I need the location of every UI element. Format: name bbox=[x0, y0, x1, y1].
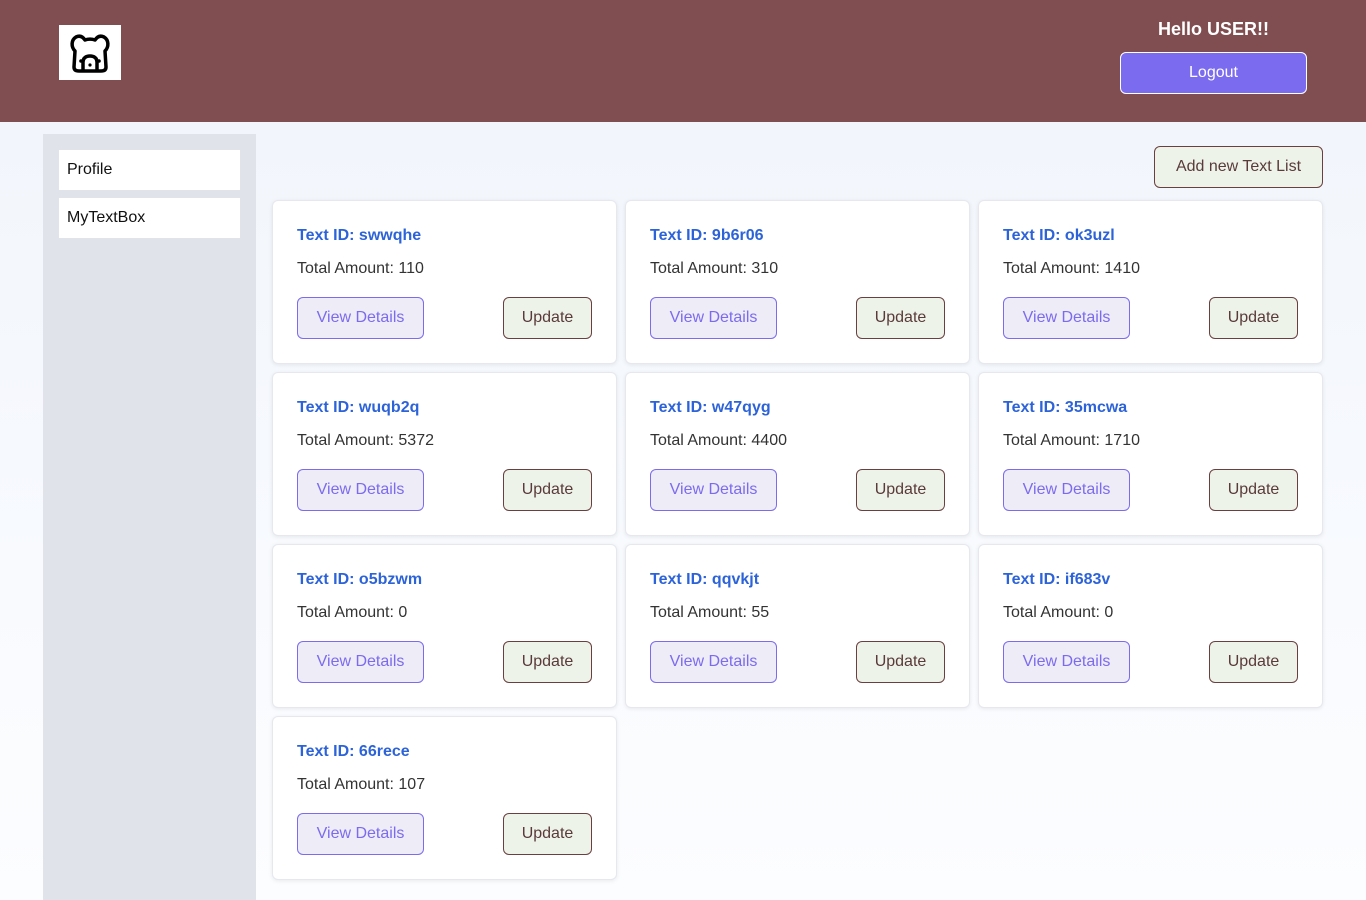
card-amount: Total Amount: 107 bbox=[297, 776, 426, 793]
view-details-button[interactable]: View Details bbox=[1003, 641, 1130, 683]
text-card: Text ID: wuqb2q Total Amount: 5372 View … bbox=[272, 372, 617, 536]
card-amount: Total Amount: 55 bbox=[650, 604, 770, 621]
update-button[interactable]: Update bbox=[503, 469, 592, 511]
sidebar-item-profile[interactable]: Profile bbox=[59, 150, 240, 190]
card-title: Text ID: w47qyg bbox=[650, 399, 771, 416]
card-title: Text ID: if683v bbox=[1003, 571, 1111, 588]
card-amount: Total Amount: 110 bbox=[297, 260, 424, 277]
view-details-button[interactable]: View Details bbox=[297, 641, 424, 683]
text-card: Text ID: swwqhe Total Amount: 110 View D… bbox=[272, 200, 617, 364]
card-amount: Total Amount: 5372 bbox=[297, 432, 434, 449]
card-title: Text ID: 9b6r06 bbox=[650, 227, 764, 244]
card-amount: Total Amount: 0 bbox=[297, 604, 408, 621]
view-details-button[interactable]: View Details bbox=[1003, 297, 1130, 339]
update-button[interactable]: Update bbox=[1209, 641, 1298, 683]
update-button[interactable]: Update bbox=[856, 469, 945, 511]
greeting-text: Hello USER!! bbox=[1157, 19, 1269, 39]
update-button[interactable]: Update bbox=[1209, 469, 1298, 511]
view-details-button[interactable]: View Details bbox=[297, 297, 424, 339]
update-button[interactable]: Update bbox=[856, 641, 945, 683]
text-card: Text ID: if683v Total Amount: 0 View Det… bbox=[978, 544, 1323, 708]
card-title: Text ID: o5bzwm bbox=[297, 571, 423, 588]
update-button[interactable]: Update bbox=[1209, 297, 1298, 339]
card-amount: Total Amount: 310 bbox=[650, 260, 779, 277]
text-card: Text ID: ok3uzl Total Amount: 1410 View … bbox=[978, 200, 1323, 364]
view-details-button[interactable]: View Details bbox=[297, 813, 424, 855]
update-button[interactable]: Update bbox=[503, 641, 592, 683]
sidebar: Profile MyTextBox bbox=[43, 134, 256, 900]
card-title: Text ID: wuqb2q bbox=[297, 399, 420, 416]
text-card: Text ID: 9b6r06 Total Amount: 310 View D… bbox=[625, 200, 970, 364]
text-card: Text ID: 66rece Total Amount: 107 View D… bbox=[272, 716, 617, 880]
text-card: Text ID: w47qyg Total Amount: 4400 View … bbox=[625, 372, 970, 536]
card-amount: Total Amount: 0 bbox=[1003, 604, 1114, 621]
add-text-list-button[interactable]: Add new Text List bbox=[1154, 146, 1323, 188]
card-title: Text ID: swwqhe bbox=[297, 227, 422, 244]
card-amount: Total Amount: 1710 bbox=[1003, 432, 1140, 449]
view-details-button[interactable]: View Details bbox=[1003, 469, 1130, 511]
view-details-button[interactable]: View Details bbox=[297, 469, 424, 511]
update-button[interactable]: Update bbox=[503, 297, 592, 339]
text-card: Text ID: 35mcwa Total Amount: 1710 View … bbox=[978, 372, 1323, 536]
card-title: Text ID: qqvkjt bbox=[650, 571, 760, 588]
view-details-button[interactable]: View Details bbox=[650, 297, 777, 339]
card-title: Text ID: ok3uzl bbox=[1003, 227, 1115, 244]
view-details-button[interactable]: View Details bbox=[650, 469, 777, 511]
card-title: Text ID: 66rece bbox=[297, 743, 410, 760]
card-amount: Total Amount: 4400 bbox=[650, 432, 787, 449]
update-button[interactable]: Update bbox=[503, 813, 592, 855]
text-card: Text ID: qqvkjt Total Amount: 55 View De… bbox=[625, 544, 970, 708]
view-details-button[interactable]: View Details bbox=[650, 641, 777, 683]
bear-face-icon bbox=[70, 33, 110, 73]
logo[interactable] bbox=[59, 25, 121, 80]
card-title: Text ID: 35mcwa bbox=[1003, 399, 1128, 416]
update-button[interactable]: Update bbox=[856, 297, 945, 339]
logout-button[interactable]: Logout bbox=[1120, 52, 1307, 94]
top-header: Hello USER!! Logout bbox=[0, 0, 1366, 122]
sidebar-item-mytextbox[interactable]: MyTextBox bbox=[59, 198, 240, 238]
card-amount: Total Amount: 1410 bbox=[1003, 260, 1140, 277]
text-card: Text ID: o5bzwm Total Amount: 0 View Det… bbox=[272, 544, 617, 708]
